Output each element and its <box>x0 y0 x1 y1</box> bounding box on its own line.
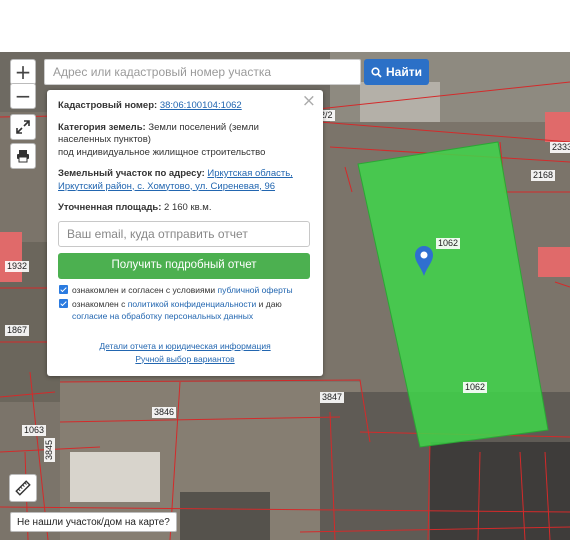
lot-label: 1062 <box>463 382 488 393</box>
area-row: Уточненная площадь: 2 160 кв.м. <box>58 202 312 215</box>
cadastral-number-link[interactable]: 38:06:100104:1062 <box>160 100 242 111</box>
consent-privacy-text-wrap: ознакомлен с политикой конфиденциальност… <box>72 298 282 322</box>
search-input[interactable] <box>44 59 361 85</box>
category-value-3: под индивидуальное жилищное строительств… <box>58 146 266 158</box>
consent-offer: ознакомлен и согласен с условиями публич… <box>58 284 312 296</box>
consent-offer-text: ознакомлен и согласен с условиями <box>72 284 216 295</box>
not-found-button[interactable]: Не нашли участок/дом на карте? <box>10 512 177 532</box>
ruler-icon <box>15 480 31 496</box>
measure-button[interactable] <box>9 474 37 502</box>
consent-offer-checkbox[interactable] <box>59 284 68 294</box>
address-row: Земельный участок по адресу: Иркутская о… <box>58 168 312 193</box>
search-button-label: Найти <box>386 65 422 79</box>
category-value-1: Земли поселений (земли <box>148 121 259 133</box>
cadastral-label: Кадастровый номер: <box>58 100 158 111</box>
email-field[interactable] <box>58 220 310 247</box>
public-offer-link[interactable]: публичной оферты <box>218 285 293 295</box>
consent-offer-text-wrap: ознакомлен и согласен с условиями публич… <box>72 284 293 296</box>
address-link-2[interactable]: Иркутский район, с. Хомутово, ул. Сирене… <box>58 181 275 192</box>
address-label: Земельный участок по адресу: <box>58 168 205 179</box>
data-processing-link[interactable]: согласие на обработку персональных данны… <box>72 311 253 321</box>
lot-label: 3845 <box>44 437 55 462</box>
manual-selection-link[interactable]: Ручной выбор вариантов <box>135 354 234 364</box>
close-icon[interactable]: × <box>302 93 316 110</box>
parcel-info-popup: × Кадастровый номер: 38:06:100104:1062 К… <box>47 90 323 376</box>
zoom-out-button[interactable]: − <box>10 83 36 109</box>
report-details-link[interactable]: Детали отчета и юридическая информация <box>99 341 270 351</box>
lot-label: 1062 <box>436 238 461 249</box>
lot-label: 1932 <box>5 261 30 272</box>
fullscreen-button[interactable] <box>10 114 36 140</box>
area-label: Уточненная площадь: <box>58 202 162 213</box>
category-value-2: населенных пунктов) <box>58 134 151 145</box>
lot-label: 3846 <box>152 407 177 418</box>
privacy-policy-link[interactable]: политикой конфиденциальности <box>128 299 257 309</box>
consent-privacy-checkbox[interactable] <box>59 298 68 308</box>
consent-privacy: ознакомлен с политикой конфиденциальност… <box>58 298 312 322</box>
search-icon <box>371 66 382 78</box>
category-label: Категория земель: <box>58 121 146 133</box>
lot-label: 3847 <box>320 392 345 403</box>
address-link-1[interactable]: Иркутская область, <box>207 168 292 179</box>
printer-icon <box>17 150 29 163</box>
expand-icon <box>16 120 30 134</box>
search-button[interactable]: Найти <box>364 59 429 85</box>
lot-label: 1063 <box>22 425 47 436</box>
get-report-button[interactable]: Получить подробный отчет <box>58 252 310 279</box>
zoom-in-button[interactable]: + <box>10 59 36 85</box>
lot-label: 2333 <box>550 142 570 153</box>
consent-privacy-text: ознакомлен с <box>72 298 126 309</box>
category-row: Категория земель: Земли поселений (земли… <box>58 122 312 160</box>
lot-label: 1867 <box>5 325 30 336</box>
cadastral-row: Кадастровый номер: 38:06:100104:1062 <box>58 100 312 113</box>
lot-label: 2168 <box>531 170 556 181</box>
popup-bottom-links: Детали отчета и юридическая информация Р… <box>58 340 312 366</box>
area-value: 2 160 кв.м. <box>164 202 212 213</box>
consent-privacy-mid: и даю <box>258 298 282 309</box>
print-button[interactable] <box>10 143 36 169</box>
